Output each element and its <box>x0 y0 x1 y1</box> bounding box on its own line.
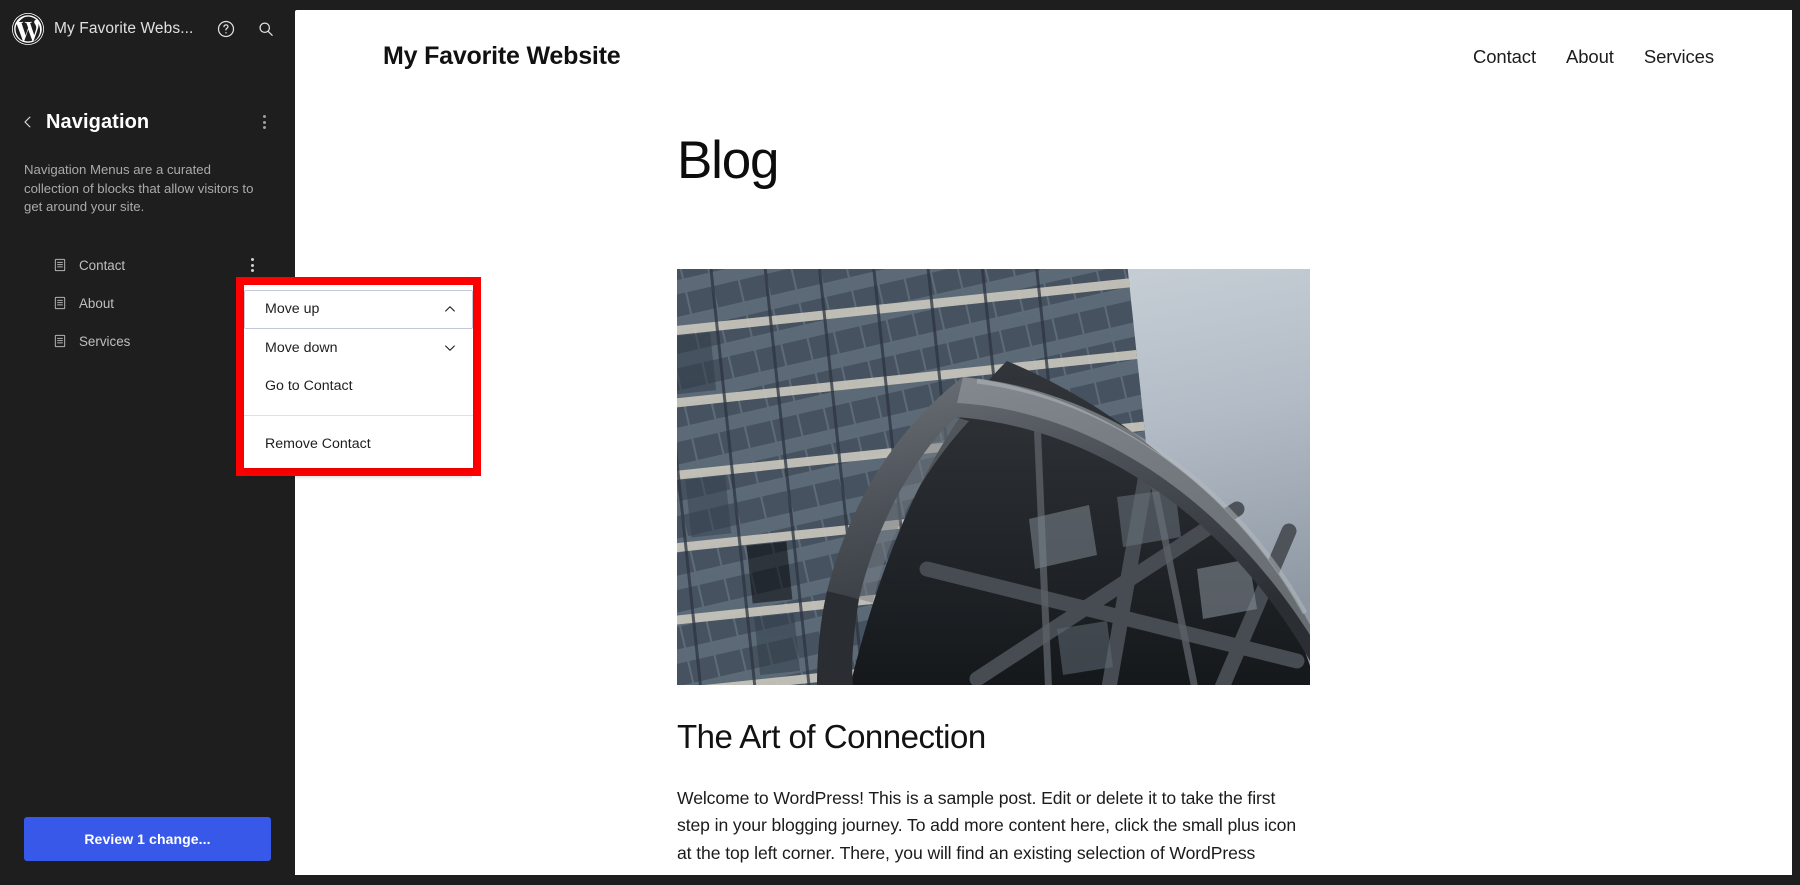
site-preview-canvas[interactable]: My Favorite Website Contact About Servic… <box>295 10 1792 875</box>
dropdown-item-move-up[interactable]: Move up <box>244 290 473 329</box>
nav-list-item-services[interactable]: Services <box>24 322 271 360</box>
site-editor-window: My Favorite Webs... Navigation Navigatio… <box>0 0 1800 885</box>
site-nav-link-contact[interactable]: Contact <box>1473 46 1536 68</box>
page-icon <box>52 295 68 311</box>
help-circle-icon[interactable] <box>211 14 241 44</box>
site-navigation: Contact About Services <box>1473 46 1714 68</box>
dropdown-item-remove-contact[interactable]: Remove Contact <box>244 425 473 464</box>
navigation-items-list: Contact About Services <box>24 246 271 360</box>
search-icon[interactable] <box>251 14 281 44</box>
page-title: Blog <box>677 131 779 190</box>
block-options-dropdown[interactable]: Move up Move down Go to Contact Remove C… <box>244 285 473 468</box>
site-header: My Favorite Website Contact About Servic… <box>295 10 1792 71</box>
dropdown-item-label: Move up <box>265 301 320 318</box>
wordpress-logo-icon[interactable] <box>12 13 44 45</box>
dropdown-item-label: Move down <box>265 339 338 356</box>
dropdown-item-move-down[interactable]: Move down <box>244 329 473 368</box>
site-title-button[interactable]: My Favorite Webs... <box>54 20 201 38</box>
post-featured-image <box>677 269 1310 685</box>
site-name: My Favorite Website <box>383 42 621 70</box>
nav-list-item-label: Contact <box>79 257 126 273</box>
sidebar-header: My Favorite Webs... <box>0 0 295 58</box>
nav-list-item-about[interactable]: About <box>24 284 271 322</box>
chevron-up-icon <box>442 301 458 317</box>
more-vertical-icon <box>250 258 254 273</box>
nav-item-options-icon[interactable] <box>239 252 265 278</box>
panel-titlebar: Navigation <box>24 100 271 144</box>
panel-more-options-icon[interactable] <box>249 107 279 137</box>
sidebar-footer: Review 1 change... <box>0 817 295 885</box>
dropdown-divider <box>244 414 473 416</box>
review-changes-button[interactable]: Review 1 change... <box>24 817 271 861</box>
panel-title: Navigation <box>46 110 150 133</box>
site-nav-link-about[interactable]: About <box>1566 46 1614 68</box>
site-nav-link-services[interactable]: Services <box>1644 46 1714 68</box>
page-icon <box>52 257 68 273</box>
dropdown-item-label: Remove Contact <box>265 435 371 452</box>
more-vertical-icon <box>262 115 266 129</box>
post-body-text: Welcome to WordPress! This is a sample p… <box>677 787 1297 863</box>
post-title: The Art of Connection <box>677 718 986 755</box>
dropdown-item-label: Go to Contact <box>265 378 353 395</box>
chevron-down-icon <box>442 340 458 356</box>
nav-list-item-label: About <box>79 295 114 311</box>
page-icon <box>52 333 68 349</box>
post-block: The Art of Connection Welcome to WordPre… <box>677 269 1310 867</box>
panel-description: Navigation Menus are a curated collectio… <box>24 162 254 215</box>
dropdown-shadow <box>246 476 472 480</box>
nav-list-item-label: Services <box>79 333 131 349</box>
chevron-left-icon[interactable] <box>16 110 40 134</box>
dropdown-item-go-to-contact[interactable]: Go to Contact <box>244 367 473 406</box>
page-content: Blog The Art of Connection Welcome to Wo… <box>295 134 1792 867</box>
nav-list-item-contact[interactable]: Contact <box>24 246 271 284</box>
